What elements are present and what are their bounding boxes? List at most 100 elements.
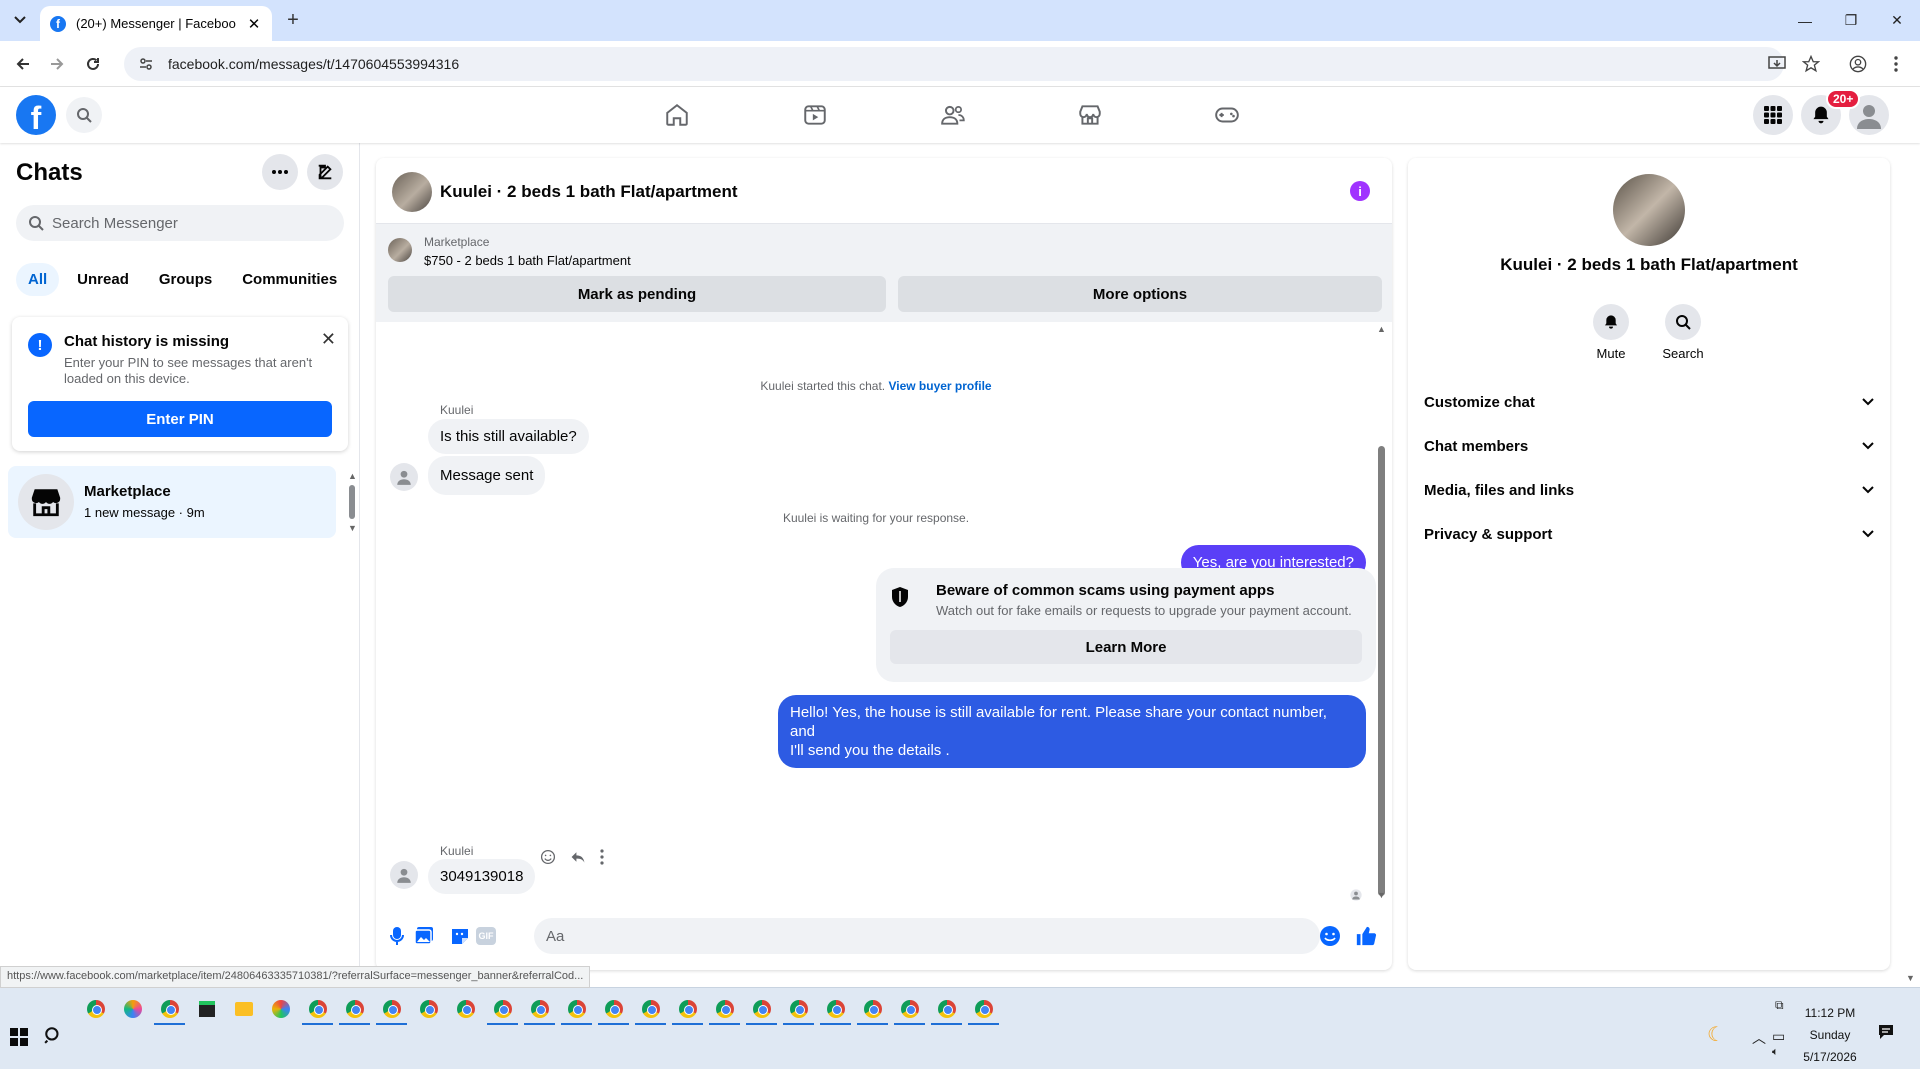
taskbar-app-chrome[interactable] [857, 994, 888, 1025]
facebook-search-button[interactable] [66, 97, 102, 133]
incoming-message[interactable]: Message sent [428, 456, 546, 495]
taskbar-app-chrome[interactable] [339, 994, 370, 1025]
facebook-logo[interactable]: f [16, 95, 56, 135]
close-icon[interactable]: ✕ [321, 329, 336, 350]
filter-all[interactable]: All [16, 263, 60, 296]
taskbar-app-chrome[interactable] [931, 994, 962, 1025]
new-message-button[interactable] [307, 154, 343, 190]
scroll-up-arrow-icon[interactable]: ▲ [1377, 324, 1386, 334]
taskbar-app-chrome[interactable] [820, 994, 851, 1025]
nav-friends[interactable] [897, 87, 1009, 143]
chat-options-button[interactable] [262, 154, 298, 190]
scrollbar-thumb[interactable] [349, 485, 355, 519]
tray-device-icon[interactable]: ⧉ [1775, 998, 1784, 1013]
windows-start-icon[interactable] [10, 1028, 28, 1046]
voice-clip-button[interactable] [385, 924, 409, 948]
nav-marketplace[interactable] [1034, 87, 1146, 143]
volume-icon[interactable]: 🔈︎ [1772, 1046, 1779, 1059]
nav-video[interactable] [759, 87, 871, 143]
search-action[interactable]: Search [1648, 304, 1718, 361]
taskbar-app-copilot[interactable] [117, 994, 148, 1025]
gif-button[interactable]: GIF [474, 924, 498, 948]
profile-icon[interactable] [1847, 53, 1869, 75]
more-vertical-icon[interactable] [600, 849, 604, 865]
taskbar-app-chrome[interactable] [302, 994, 333, 1025]
like-button[interactable] [1354, 924, 1378, 948]
taskbar-app-chrome[interactable] [413, 994, 444, 1025]
tab-list-button[interactable] [8, 8, 32, 32]
attach-photo-button[interactable] [412, 924, 436, 948]
taskbar-search-button[interactable] [44, 1026, 62, 1048]
notification-center-icon[interactable] [1878, 1024, 1894, 1043]
section-media-files-links[interactable]: Media, files and links [1424, 468, 1874, 512]
conversation-scrollbar[interactable]: ▲ ▼ [1374, 322, 1388, 902]
browser-menu-icon[interactable] [1885, 53, 1907, 75]
taskbar-app-chrome[interactable] [783, 994, 814, 1025]
close-window-button[interactable]: ✕ [1874, 0, 1920, 41]
site-info-icon[interactable] [138, 56, 154, 72]
section-privacy-support[interactable]: Privacy & support [1424, 512, 1874, 556]
mute-button[interactable] [1593, 304, 1629, 340]
taskbar-app-chrome[interactable] [598, 994, 629, 1025]
chat-list-item[interactable]: Marketplace 1 new message · 9m [8, 466, 336, 538]
taskbar-app-chrome[interactable] [524, 994, 555, 1025]
taskbar-app-chrome[interactable] [635, 994, 666, 1025]
page-scroll-down-arrow-icon[interactable]: ▼ [1906, 973, 1915, 983]
taskbar-app-paint[interactable] [265, 994, 296, 1025]
search-messenger-input[interactable]: Search Messenger [16, 205, 344, 241]
more-options-button[interactable]: More options [898, 276, 1382, 312]
taskbar-app-chrome[interactable] [561, 994, 592, 1025]
conversation-avatar[interactable] [392, 172, 432, 212]
minimize-button[interactable]: — [1782, 0, 1828, 41]
install-app-icon[interactable] [1766, 53, 1788, 75]
incoming-message[interactable]: Is this still available? [428, 419, 589, 454]
listing-thumbnail[interactable] [388, 238, 412, 262]
outgoing-message[interactable]: Hello! Yes, the house is still available… [778, 695, 1366, 768]
enter-pin-button[interactable]: Enter PIN [28, 401, 332, 437]
listing-title[interactable]: $750 - 2 beds 1 bath Flat/apartment [424, 253, 631, 268]
scroll-down-arrow-icon[interactable]: ▼ [348, 523, 357, 533]
section-customize-chat[interactable]: Customize chat [1424, 380, 1874, 424]
taskbar-app-chrome[interactable] [968, 994, 999, 1025]
new-tab-button[interactable]: + [282, 9, 304, 31]
taskbar-app-chrome[interactable] [450, 994, 481, 1025]
menu-button[interactable] [1753, 95, 1793, 135]
search-in-conversation-button[interactable] [1665, 304, 1701, 340]
tab-close-icon[interactable]: ✕ [246, 15, 262, 33]
taskbar-app-chrome[interactable] [746, 994, 777, 1025]
mute-action[interactable]: Mute [1576, 304, 1646, 361]
taskbar-app-chrome[interactable] [487, 994, 518, 1025]
conversation-title[interactable]: Kuulei · 2 beds 1 bath Flat/apartment [440, 182, 738, 202]
section-chat-members[interactable]: Chat members [1424, 424, 1874, 468]
react-emoji-icon[interactable] [540, 849, 556, 865]
message-input[interactable]: Aa [534, 918, 1320, 954]
details-avatar[interactable] [1613, 174, 1685, 246]
chat-list-scrollbar[interactable]: ▲ ▼ [348, 471, 357, 533]
back-button[interactable] [10, 51, 36, 77]
taskbar-app-chrome[interactable] [709, 994, 740, 1025]
emoji-button[interactable] [1318, 924, 1342, 948]
forward-button[interactable] [44, 51, 70, 77]
filter-unread[interactable]: Unread [65, 263, 141, 296]
filter-groups[interactable]: Groups [147, 263, 224, 296]
mark-as-pending-button[interactable]: Mark as pending [388, 276, 886, 312]
browser-tab[interactable]: f (20+) Messenger | Facebook ✕ [40, 6, 272, 41]
show-hidden-icons-chevron-icon[interactable]: ︿ [1752, 1028, 1766, 1048]
bookmark-star-icon[interactable] [1800, 53, 1822, 75]
scrollbar-thumb[interactable] [1378, 446, 1385, 896]
taskbar-app-chrome[interactable] [894, 994, 925, 1025]
restore-button[interactable]: ❐ [1828, 0, 1874, 41]
sticker-button[interactable] [448, 924, 472, 948]
network-icon[interactable]: ▭ [1772, 1028, 1785, 1045]
info-icon[interactable]: i [1350, 181, 1370, 201]
reload-button[interactable] [80, 51, 106, 77]
nav-gaming[interactable] [1171, 87, 1283, 143]
filter-communities[interactable]: Communities [230, 263, 349, 296]
reply-icon[interactable] [570, 849, 586, 865]
incoming-message[interactable]: 3049139018 [428, 859, 536, 894]
taskbar-app-chrome[interactable] [154, 994, 185, 1025]
scroll-up-arrow-icon[interactable]: ▲ [348, 471, 357, 481]
taskbar-app-chrome[interactable] [376, 994, 407, 1025]
taskbar-app-chrome[interactable] [672, 994, 703, 1025]
nav-home[interactable] [621, 87, 733, 143]
